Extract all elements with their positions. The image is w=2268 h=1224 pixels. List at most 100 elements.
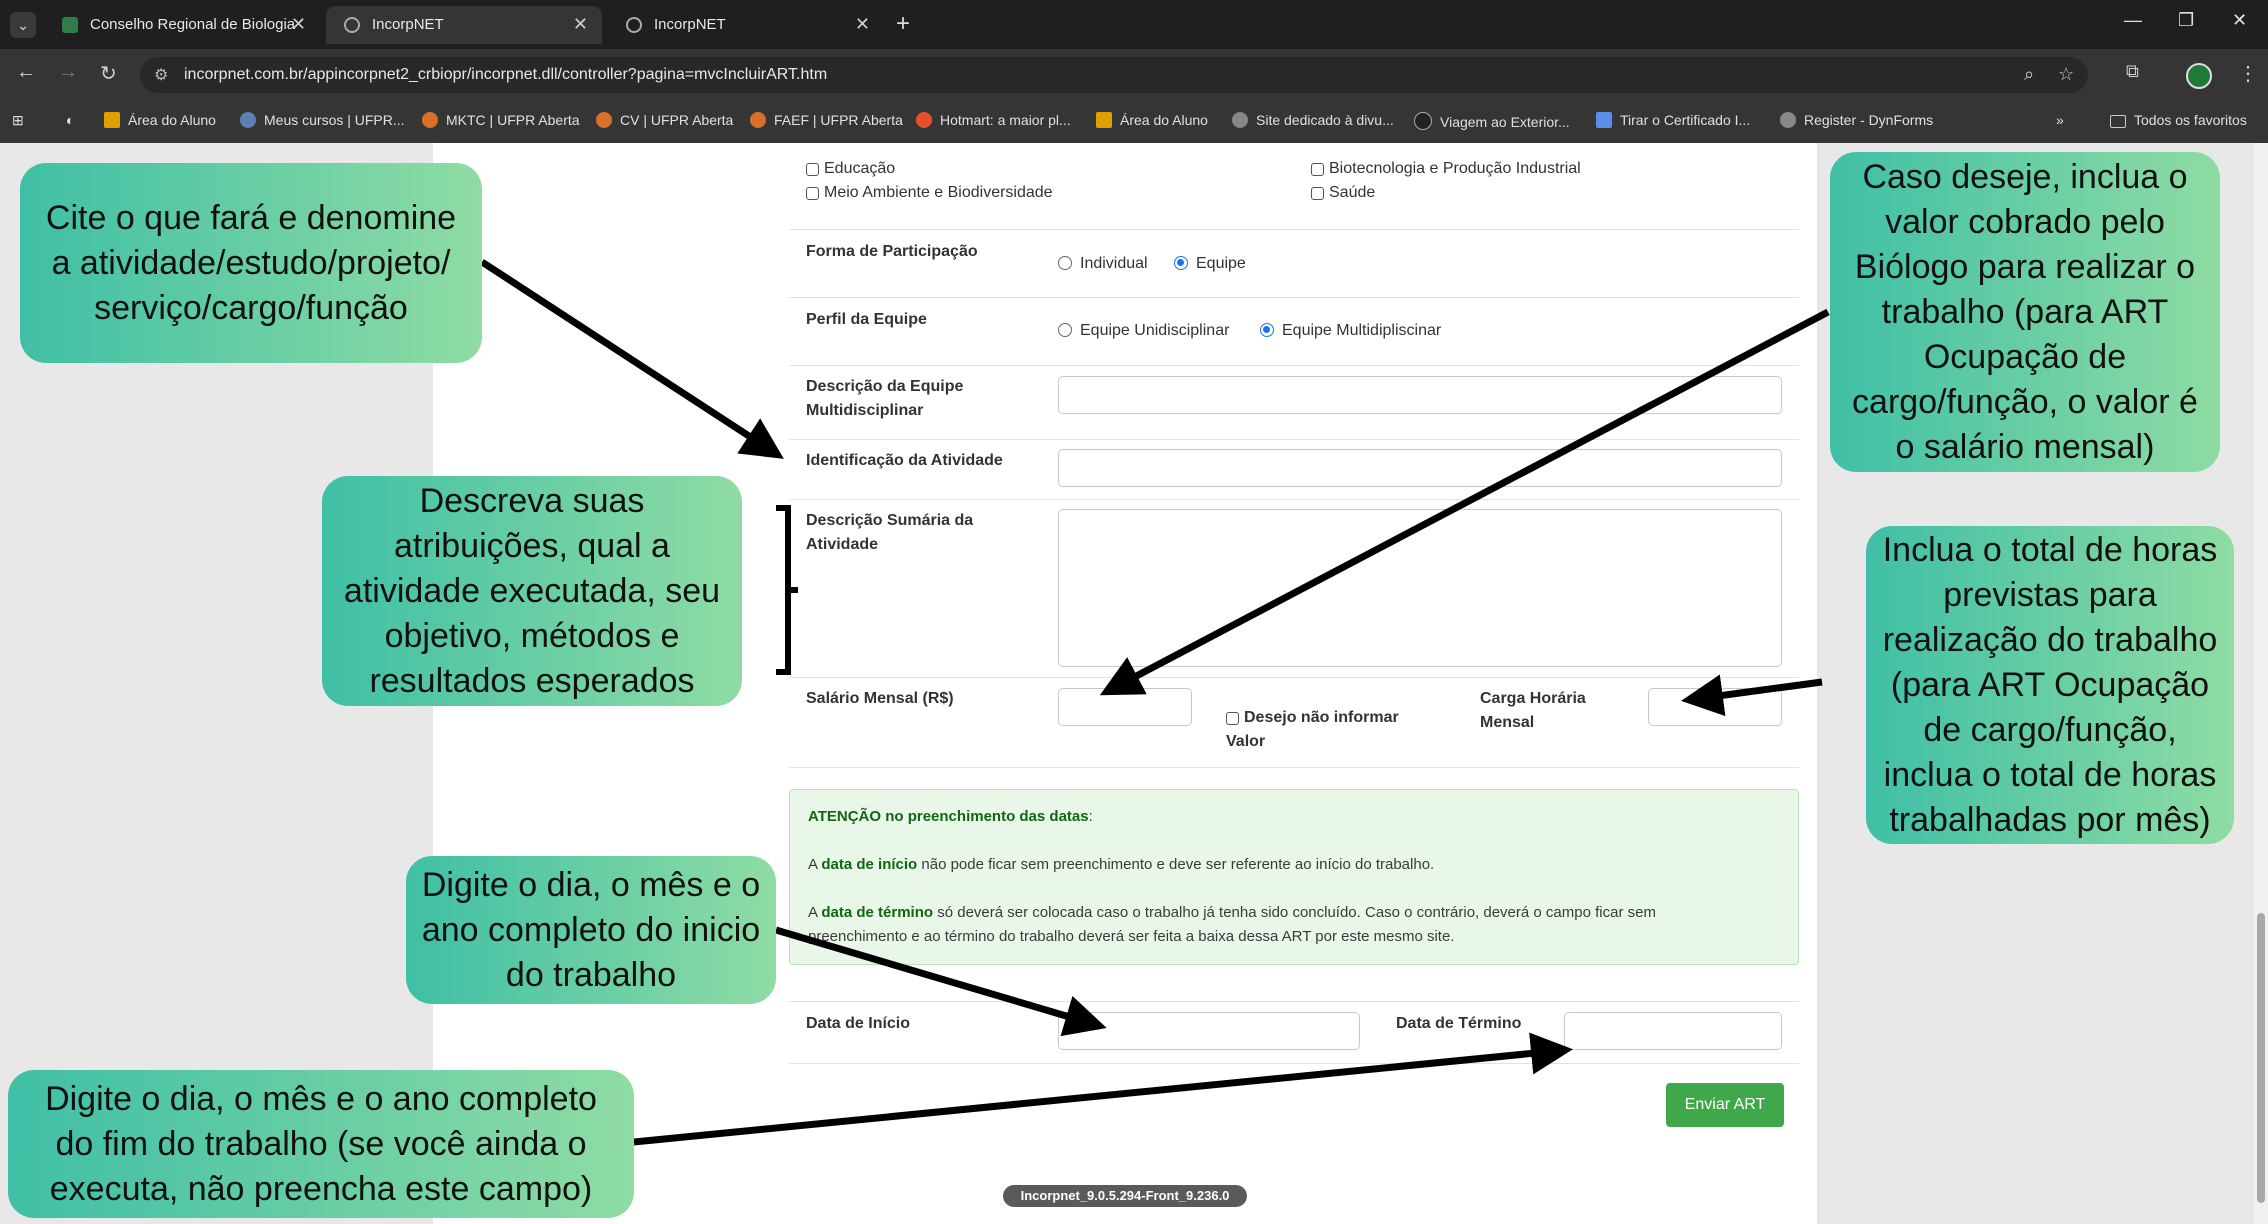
- flame-icon: [916, 112, 932, 128]
- globe-icon: [626, 17, 642, 33]
- bookmark-globe-icon[interactable]: ◐: [66, 112, 74, 128]
- url-bar[interactable]: ⚙ incorpnet.com.br/appincorpnet2_crbiopr…: [140, 57, 2088, 93]
- callout-start-date: Digite o dia, o mês e o ano completo do …: [406, 856, 776, 1004]
- divider: [789, 1063, 1799, 1064]
- radio-equipe[interactable]: Equipe: [1174, 255, 1246, 273]
- radio[interactable]: [1058, 256, 1072, 270]
- divider: [789, 677, 1799, 678]
- end-date-label: Data de Término: [1396, 1015, 1522, 1032]
- globe-icon: [1232, 112, 1248, 128]
- tab-title: IncorpNET: [372, 16, 444, 33]
- scrollbar-thumb[interactable]: [2257, 913, 2265, 1203]
- radio-multidisciplinar[interactable]: Equipe Multidipliscinar: [1260, 322, 1441, 340]
- activity-summary-textarea[interactable]: [1058, 509, 1782, 667]
- checkbox[interactable]: [1226, 712, 1239, 725]
- salary-input[interactable]: [1058, 688, 1192, 726]
- close-window-icon[interactable]: ✕: [2232, 10, 2247, 31]
- tab-incorpnet-active[interactable]: IncorpNET ✕: [326, 6, 602, 44]
- bookmark-item[interactable]: Site dedicado à divu...: [1232, 112, 1394, 128]
- close-tab-icon[interactable]: ✕: [855, 14, 870, 35]
- bookmark-item[interactable]: Hotmart: a maior pl...: [916, 112, 1071, 128]
- alert-paragraph: A data de início não pode ficar sem pree…: [808, 856, 1435, 873]
- extensions-icon[interactable]: ⧉: [2126, 61, 2139, 82]
- activity-id-label: Identificação da Atividade: [806, 452, 1003, 469]
- folder-icon: [2110, 115, 2126, 128]
- callout-end-date: Digite o dia, o mês e o ano completo do …: [8, 1070, 634, 1218]
- bookmark-favicon-icon: [596, 112, 612, 128]
- checkbox[interactable]: [806, 163, 819, 176]
- divider: [789, 297, 1799, 298]
- radio[interactable]: [1260, 323, 1274, 337]
- radio-unidisciplinar[interactable]: Equipe Unidisciplinar: [1058, 322, 1229, 340]
- divider: [789, 439, 1799, 440]
- restore-icon[interactable]: ❐: [2178, 10, 2194, 31]
- page-scrollbar[interactable]: [2254, 143, 2268, 1224]
- activity-id-input[interactable]: [1058, 449, 1782, 487]
- bookmark-star-icon[interactable]: ☆: [2058, 64, 2074, 85]
- close-tab-icon[interactable]: ✕: [573, 14, 588, 35]
- apps-grid-icon[interactable]: ⊞: [12, 112, 24, 129]
- workload-input[interactable]: [1648, 688, 1782, 726]
- checkbox[interactable]: [1311, 187, 1324, 200]
- forward-icon[interactable]: →: [58, 61, 78, 84]
- callout-workload: Inclua o total de horas previstas para r…: [1866, 526, 2234, 844]
- bookmark-item[interactable]: CV | UFPR Aberta: [596, 112, 733, 128]
- bookmark-item[interactable]: Área do Aluno: [104, 112, 216, 128]
- alert-title: ATENÇÃO no preenchimento das datas:: [808, 808, 1093, 825]
- callout-activity-id: Cite o que fará e denomine a atividade/e…: [20, 163, 482, 363]
- globe-icon: [1780, 112, 1796, 128]
- radio-individual[interactable]: Individual: [1058, 255, 1148, 273]
- new-tab-icon[interactable]: +: [896, 10, 910, 38]
- all-bookmarks[interactable]: Todos os favoritos: [2110, 112, 2247, 128]
- team-description-input[interactable]: [1058, 376, 1782, 414]
- menu-icon[interactable]: ⋮: [2238, 61, 2258, 86]
- back-icon[interactable]: ←: [16, 61, 36, 84]
- more-bookmarks-icon[interactable]: »: [2056, 112, 2064, 128]
- bookmark-favicon-icon: [240, 112, 256, 128]
- bookmark-item[interactable]: Meus cursos | UFPR...: [240, 112, 405, 128]
- salary-label: Salário Mensal (R$): [806, 690, 954, 707]
- checkbox[interactable]: [1311, 163, 1324, 176]
- area-checkbox[interactable]: Educação: [806, 160, 895, 178]
- callout-activity-summary: Descreva suas atribuições, qual a ativid…: [322, 476, 742, 706]
- participation-label: Forma de Participação: [806, 243, 978, 260]
- radio[interactable]: [1058, 323, 1072, 337]
- bookmark-item[interactable]: Register - DynForms: [1780, 112, 1933, 128]
- bookmark-item[interactable]: MKTC | UFPR Aberta: [422, 112, 580, 128]
- bookmarks-bar: ⊞ ◐ Área do Aluno Meus cursos | UFPR... …: [0, 101, 2268, 144]
- version-badge: Incorpnet_9.0.5.294-Front_9.236.0: [1003, 1185, 1247, 1207]
- reload-icon[interactable]: ↻: [100, 61, 117, 86]
- globe-icon: [344, 17, 360, 33]
- bookmark-item[interactable]: FAEF | UFPR Aberta: [750, 112, 903, 128]
- start-date-input[interactable]: [1058, 1012, 1360, 1050]
- cni-icon: [1414, 112, 1432, 130]
- bookmark-item[interactable]: Área do Aluno: [1096, 112, 1208, 128]
- url-text[interactable]: incorpnet.com.br/appincorpnet2_crbiopr/i…: [184, 66, 827, 84]
- close-tab-icon[interactable]: ✕: [291, 14, 306, 35]
- bookmark-item[interactable]: Tirar o Certificado I...: [1596, 112, 1750, 128]
- no-inform-checkbox[interactable]: Desejo não informar Valor: [1226, 706, 1399, 754]
- tab-conselho[interactable]: Conselho Regional de Biologia ✕: [44, 6, 320, 44]
- area-checkbox[interactable]: Meio Ambiente e Biodiversidade: [806, 184, 1053, 202]
- profile-avatar[interactable]: [2186, 63, 2212, 89]
- site-info-icon[interactable]: ⚙: [154, 65, 168, 85]
- end-date-input[interactable]: [1564, 1012, 1782, 1050]
- star-icon: [104, 112, 120, 128]
- submit-art-button[interactable]: Enviar ART: [1666, 1083, 1784, 1127]
- minimize-icon[interactable]: —: [2124, 10, 2142, 31]
- area-checkbox[interactable]: Saúde: [1311, 184, 1375, 202]
- area-checkbox[interactable]: Biotecnologia e Produção Industrial: [1311, 160, 1581, 178]
- checkbox[interactable]: [806, 187, 819, 200]
- site-favicon-icon: [62, 17, 78, 33]
- callout-salary: Caso deseje, inclua o valor cobrado pelo…: [1830, 152, 2220, 472]
- bookmark-favicon-icon: [422, 112, 438, 128]
- bookmark-item[interactable]: Viagem ao Exterior...: [1414, 112, 1570, 130]
- tab-search-icon[interactable]: ⌄: [10, 12, 36, 38]
- radio[interactable]: [1174, 256, 1188, 270]
- start-date-label: Data de Início: [806, 1015, 911, 1032]
- bookmark-favicon-icon: [750, 112, 766, 128]
- divider: [789, 229, 1799, 230]
- zoom-icon[interactable]: ⌕: [2024, 64, 2034, 85]
- address-bar-row: ← → ↻ ⚙ incorpnet.com.br/appincorpnet2_c…: [0, 49, 2268, 101]
- tab-incorpnet[interactable]: IncorpNET ✕: [608, 6, 884, 44]
